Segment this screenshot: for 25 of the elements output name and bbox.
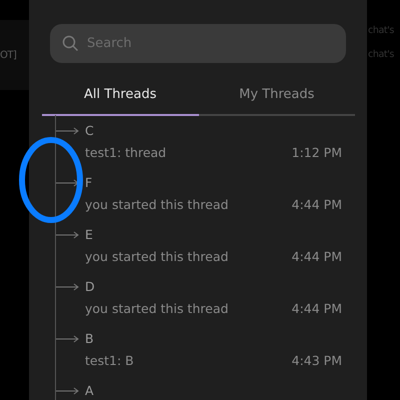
- thread-title[interactable]: D: [85, 279, 292, 299]
- arrow-icon: [56, 179, 80, 187]
- tab[interactable]: My Threads: [198, 75, 355, 116]
- tab[interactable]: All Threads: [42, 75, 198, 116]
- thread-preview: you started this thread: [85, 248, 230, 266]
- arrow-icon: [56, 127, 80, 135]
- thread-time: 1:12 PM: [292, 144, 342, 162]
- arrow-icon: [56, 283, 80, 291]
- thread-time: 4:44 PM: [292, 196, 342, 214]
- thread-title[interactable]: E: [85, 227, 292, 247]
- thread-title[interactable]: C: [85, 123, 292, 143]
- thread-title[interactable]: F: [85, 175, 292, 195]
- arrow-icon: [56, 231, 80, 239]
- arrow-icon: [56, 335, 80, 343]
- backdrop-text: OT]: [0, 50, 16, 60]
- thread-preview: you started this thread: [85, 300, 230, 318]
- thread-title[interactable]: B: [85, 331, 292, 351]
- thread-preview: you started this thread: [85, 196, 230, 214]
- thread-title[interactable]: A: [85, 383, 342, 400]
- thread-preview: test1: B: [85, 352, 135, 370]
- thread-time: 4:44 PM: [292, 248, 342, 266]
- thread-time: 4:44 PM: [292, 300, 342, 318]
- thread-time: 4:43 PM: [292, 352, 342, 370]
- arrow-icon: [56, 387, 80, 395]
- thread-preview: test1: thread: [85, 144, 168, 162]
